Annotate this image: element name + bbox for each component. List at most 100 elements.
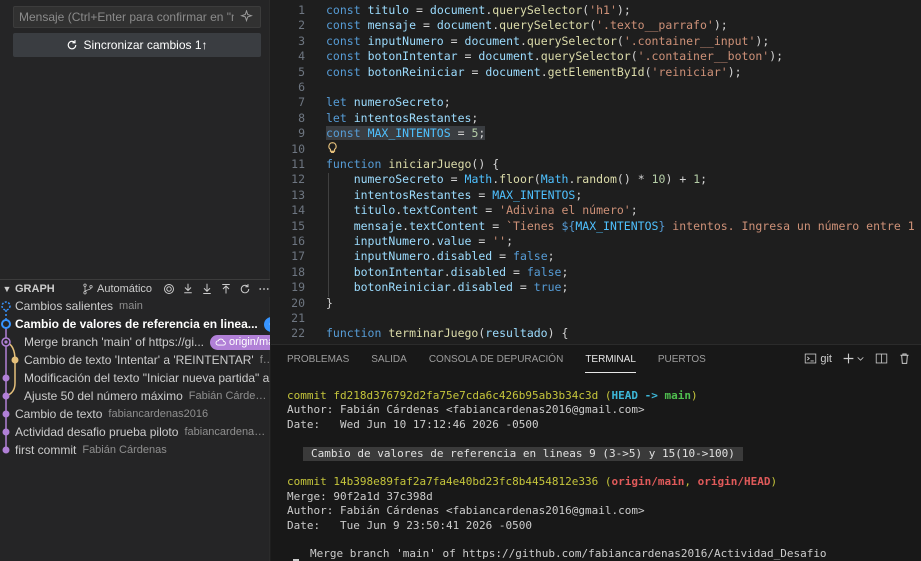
commit-row[interactable]: Modificación del texto "Iniciar nueva pa…: [0, 369, 270, 387]
code-line: 12 numeroSecreto = Math.floor(Math.rando…: [271, 172, 921, 188]
sync-label: Sincronizar cambios 1↑: [83, 38, 208, 52]
trash-icon[interactable]: [898, 352, 911, 365]
commit-row[interactable]: Merge branch 'main' of https://gi... ori…: [0, 333, 270, 351]
commit-row-selected[interactable]: Cambio de valores de referencia en linea…: [0, 315, 270, 333]
tab-output[interactable]: SALIDA: [371, 353, 407, 373]
push-icon[interactable]: [220, 283, 232, 295]
fetch-icon[interactable]: [182, 283, 194, 295]
commit-author: fabiancardenas2016: [184, 426, 270, 438]
branch-icon: [83, 283, 93, 295]
commit-message: Cambio de texto: [15, 407, 103, 421]
refresh-icon[interactable]: [239, 283, 251, 295]
chevron-down-icon[interactable]: ▼: [1, 284, 13, 294]
tab-problems[interactable]: PROBLEMAS: [287, 353, 349, 373]
tab-terminal[interactable]: TERMINAL: [585, 353, 636, 373]
terminal-line: Date: Tue Jun 9 23:50:41 2026 -0500: [287, 518, 533, 532]
cloud-icon: [215, 338, 226, 346]
graph-section-header[interactable]: ▼ GRAPH Automático: [0, 279, 270, 297]
line-number: 1: [298, 3, 305, 17]
commit-message-box[interactable]: [13, 6, 261, 28]
more-actions-icon[interactable]: [258, 283, 270, 295]
line-number: 6: [298, 80, 305, 94]
source-control-sidebar: Sincronizar cambios 1↑ ▼ GRAPH Automátic…: [0, 0, 270, 561]
commit-row[interactable]: Ajuste 50 del número máximo Fabián Cárde…: [0, 387, 270, 405]
commit-message-highlight: Cambio de valores de referencia en linea…: [303, 446, 743, 461]
sparkle-icon[interactable]: [240, 9, 254, 24]
tab-debug-console[interactable]: CONSOLA DE DEPURACIÓN: [429, 353, 563, 373]
code-line: 18 botonIntentar.disabled = false;: [271, 265, 921, 281]
tab-ports[interactable]: PUERTOS: [658, 353, 706, 373]
code-line: 21: [271, 311, 921, 327]
code-line: 19 botonReiniciar.disabled = true;: [271, 280, 921, 296]
terminal-line: commit 14b398e89faf2a7fa4e40bd23fc8b4454…: [287, 475, 778, 489]
target-icon[interactable]: [163, 283, 175, 295]
code-line: 2 const mensaje = document.querySelector(…: [271, 18, 921, 34]
line-number: 7: [298, 95, 305, 110]
line-number: 9: [298, 126, 305, 141]
code-line: 10: [271, 142, 921, 158]
new-terminal-button[interactable]: [842, 352, 865, 365]
commit-row[interactable]: Cambio de texto 'Intentar' a 'REINTENTAR…: [0, 351, 270, 369]
line-number: 18: [291, 264, 305, 279]
line-number: 19: [291, 280, 305, 295]
line-number: 15: [291, 218, 305, 233]
branch-badge-main: main: [263, 316, 270, 332]
terminal-line: Author: Fabián Cárdenas <fabiancardenas2…: [287, 504, 645, 518]
commit-author: main: [119, 300, 143, 312]
split-terminal-icon[interactable]: [875, 352, 888, 365]
code-line: 11 function iniciarJuego() {: [271, 157, 921, 173]
terminal-label: git: [820, 352, 832, 365]
commit-message: first commit: [15, 443, 77, 457]
line-number: 10: [291, 141, 305, 156]
terminal-line: Date: Wed Jun 10 17:12:46 2026 -0500: [287, 417, 539, 431]
auto-label: Automático: [97, 283, 153, 295]
commit-message: Ajuste 50 del número máximo: [24, 389, 183, 403]
terminal-output[interactable]: commit fd218d376792d2fa75e7cda6c426b95ab…: [287, 389, 917, 561]
code-line: 20}: [271, 296, 921, 312]
commit-author: Fabián Cárdenas: [82, 444, 167, 456]
lightbulb-icon[interactable]: [326, 141, 340, 155]
ref-origin-main: origin/main: [611, 475, 685, 489]
code-editor[interactable]: 1 const titulo = document.querySelector('…: [271, 0, 921, 344]
commit-message-input[interactable]: [14, 7, 234, 27]
commit-author: Fabián Cárdenas: [188, 390, 270, 402]
terminal-selector[interactable]: git: [804, 352, 832, 365]
code-line: 1 const titulo = document.querySelector('…: [271, 3, 921, 19]
code-line: 8 let intentosRestantes;: [271, 111, 921, 127]
pull-icon[interactable]: [201, 283, 213, 295]
sync-changes-button[interactable]: Sincronizar cambios 1↑: [13, 33, 261, 57]
line-number: 12: [291, 172, 305, 187]
plus-icon: [843, 353, 854, 364]
commit-message: Modificación del texto "Iniciar nueva pa…: [24, 371, 270, 385]
code-line: 22 function terminarJuego(resultado) {: [271, 326, 921, 342]
commit-row[interactable]: Actividad desafio prueba piloto fabianca…: [0, 423, 270, 441]
line-number: 13: [291, 187, 305, 202]
code-line: 5 const botonReiniciar = document.getElem…: [271, 65, 921, 81]
commit-message: Cambio de valores de referencia en linea…: [15, 317, 258, 331]
ref-head: HEAD: [611, 389, 639, 402]
terminal-line: Author: Fabián Cárdenas <fabiancardenas2…: [287, 403, 645, 417]
line-number: 4: [298, 49, 305, 64]
commit-row-outgoing[interactable]: Cambios salientes main: [0, 297, 270, 315]
panel-tabs: PROBLEMAS SALIDA CONSOLA DE DEPURACIÓN T…: [287, 353, 706, 373]
commit-hash: commit fd218d376792d2fa75e7cda6c426b95ab…: [287, 389, 599, 402]
chevron-down-icon[interactable]: [856, 354, 865, 363]
code-line: 14 titulo.textContent = 'Adivina el núme…: [271, 203, 921, 219]
terminal-line: Cambio de valores de referencia en linea…: [287, 446, 917, 461]
commit-message: Cambios salientes: [15, 299, 114, 313]
terminal-line: commit fd218d376792d2fa75e7cda6c426b95ab…: [287, 389, 698, 402]
code-line: 9 const MAX_INTENTOS = 5;: [271, 126, 921, 142]
auto-branch-button[interactable]: Automático: [82, 283, 152, 295]
bottom-panel: PROBLEMAS SALIDA CONSOLA DE DEPURACIÓN T…: [271, 344, 921, 561]
target-icon: [269, 322, 270, 326]
terminal-line: Merge branch 'main' of https://github.co…: [287, 547, 917, 561]
commit-hash: commit 14b398e89faf2a7fa4e40bd23fc8b4454…: [287, 475, 599, 489]
code-line: 6: [271, 80, 921, 96]
line-number: 14: [291, 203, 305, 218]
code-line: 13 intentosRestantes = MAX_INTENTOS;: [271, 188, 921, 204]
ref-origin-head: origin/HEAD: [697, 475, 771, 489]
commit-row[interactable]: Cambio de texto fabiancardenas2016: [0, 405, 270, 423]
commit-row[interactable]: first commit Fabián Cárdenas: [0, 441, 270, 459]
